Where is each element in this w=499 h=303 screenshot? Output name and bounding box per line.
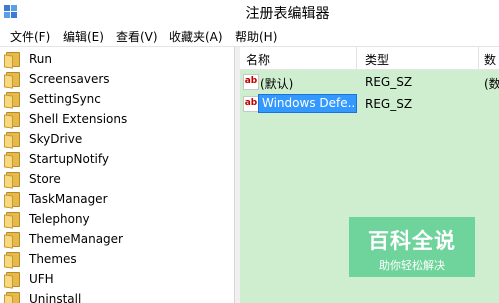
tree-item-thememanager[interactable]: ThemeManager	[4, 229, 234, 249]
tree-item-ufh[interactable]: UFH	[4, 269, 234, 289]
folder-icon	[4, 92, 21, 109]
folder-icon	[4, 212, 21, 229]
folder-icon	[4, 272, 21, 289]
tree-item-startupnotify[interactable]: StartupNotify	[4, 149, 234, 169]
tree-item-run[interactable]: Run	[4, 49, 234, 69]
string-value-icon: ab	[243, 74, 259, 90]
tree-item-shell-extensions[interactable]: Shell Extensions	[4, 109, 234, 129]
list-row-default[interactable]: ab (默认) REG_SZ (数	[240, 71, 499, 93]
tree-item-label: SettingSync	[29, 92, 101, 106]
string-value-icon: ab	[243, 96, 259, 112]
rename-field[interactable]: Windows Defe...	[258, 94, 357, 113]
tree-item-label: Telephony	[29, 212, 90, 226]
tree-item-uninstall[interactable]: Uninstall	[4, 289, 234, 303]
watermark-title: 百科全说	[368, 229, 456, 253]
tree-item-label: TaskManager	[29, 192, 108, 206]
tree-item-label: Uninstall	[29, 292, 82, 303]
window-title: 注册表编辑器	[245, 6, 330, 22]
menu-favorites[interactable]: 收藏夹(A)	[169, 28, 223, 45]
menu-view[interactable]: 查看(V)	[116, 28, 158, 45]
folder-icon	[4, 232, 21, 249]
title-bar: 注册表编辑器	[0, 0, 499, 26]
list-row-new-value[interactable]: ab Windows Defe... REG_SZ	[240, 93, 499, 115]
menu-bar: 文件(F) 编辑(E) 查看(V) 收藏夹(A) 帮助(H)	[0, 26, 499, 47]
tree-item-themes[interactable]: Themes	[4, 249, 234, 269]
folder-icon	[4, 72, 21, 89]
tree-item-skydrive[interactable]: SkyDrive	[4, 129, 234, 149]
tree-item-label: Screensavers	[29, 72, 110, 86]
folder-icon	[4, 172, 21, 189]
folder-icon	[4, 132, 21, 149]
folder-icon	[4, 292, 21, 303]
tree-item-label: Shell Extensions	[29, 112, 128, 126]
column-header-name[interactable]: 名称	[246, 51, 270, 68]
folder-icon	[4, 252, 21, 269]
folder-icon	[4, 52, 21, 69]
tree-item-telephony[interactable]: Telephony	[4, 209, 234, 229]
tree-item-label: Themes	[29, 252, 77, 266]
watermark-logo: 百科全说 助你轻松解决	[349, 217, 475, 277]
menu-file[interactable]: 文件(F)	[10, 28, 50, 45]
column-divider[interactable]	[356, 47, 357, 69]
column-divider[interactable]	[478, 47, 479, 69]
tree-item-label: SkyDrive	[29, 132, 83, 146]
registry-tree[interactable]: Run Screensavers SettingSync Shell Exten…	[0, 47, 234, 303]
tree-item-label: UFH	[29, 272, 54, 286]
tree-item-settingsync[interactable]: SettingSync	[4, 89, 234, 109]
tree-item-label: Store	[29, 172, 61, 186]
watermark-subtitle: 助你轻松解决	[379, 259, 445, 272]
menu-edit[interactable]: 编辑(E)	[63, 28, 104, 45]
list-header: 名称 类型 数	[240, 47, 499, 70]
value-type: REG_SZ	[365, 97, 413, 111]
tree-item-store[interactable]: Store	[4, 169, 234, 189]
folder-icon	[4, 152, 21, 169]
folder-icon	[4, 112, 21, 129]
tree-item-label: Run	[29, 52, 53, 66]
tree-item-label: StartupNotify	[29, 152, 110, 166]
tree-item-label: ThemeManager	[29, 232, 123, 246]
value-data: (数	[484, 77, 499, 91]
folder-icon	[4, 192, 21, 209]
column-header-type[interactable]: 类型	[365, 51, 389, 68]
value-name: (默认)	[260, 77, 294, 91]
menu-help[interactable]: 帮助(H)	[235, 28, 277, 45]
tree-item-screensavers[interactable]: Screensavers	[4, 69, 234, 89]
value-type: REG_SZ	[365, 75, 413, 89]
column-header-data[interactable]: 数	[484, 51, 496, 68]
tree-item-taskmanager[interactable]: TaskManager	[4, 189, 234, 209]
